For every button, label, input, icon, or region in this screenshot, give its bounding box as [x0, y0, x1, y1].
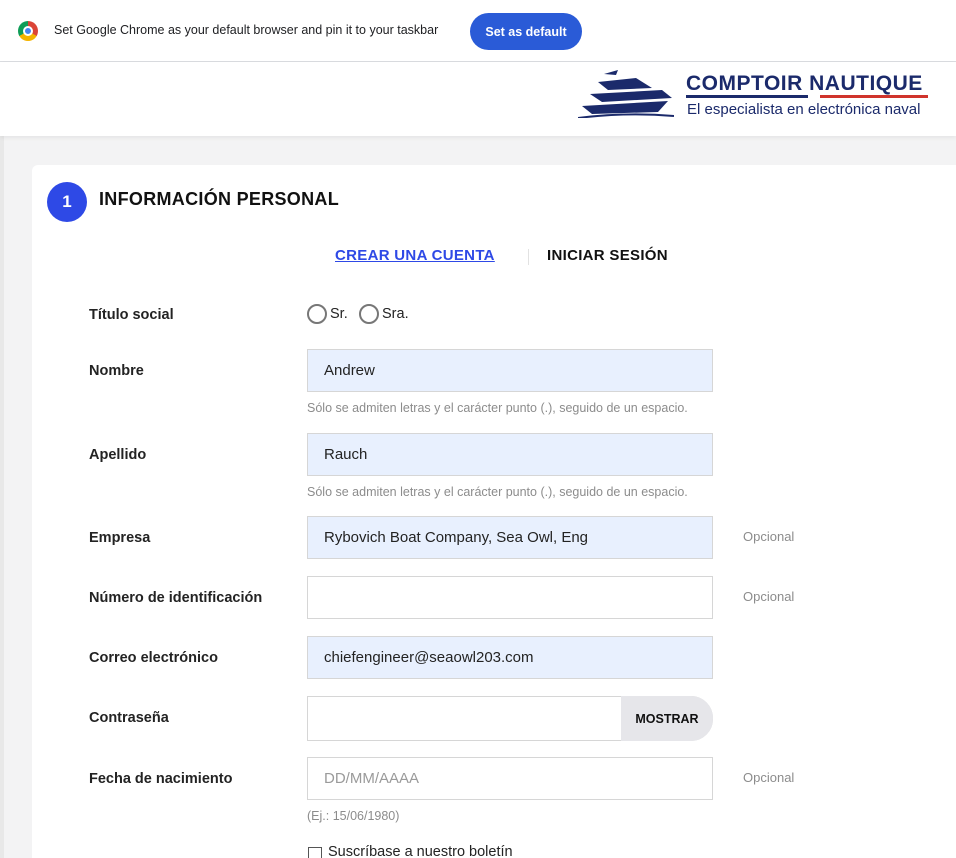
social-title-label: Título social [89, 307, 174, 323]
infobar-message: Set Google Chrome as your default browse… [54, 23, 439, 37]
set-as-default-button[interactable]: Set as default [470, 13, 582, 50]
email-label: Correo electrónico [89, 650, 218, 666]
id-number-input[interactable] [307, 576, 713, 619]
brand-name: COMPTOIR NAUTIQUE [686, 72, 923, 95]
chrome-logo-icon [18, 21, 38, 41]
personal-info-card: 1 INFORMACIÓN PERSONAL CREAR UNA CUENTA … [32, 165, 956, 858]
radio-button-icon[interactable] [359, 304, 379, 324]
first-name-label: Nombre [89, 363, 144, 379]
chrome-infobar: Set Google Chrome as your default browse… [0, 0, 956, 62]
first-name-input[interactable]: Andrew [307, 349, 713, 392]
password-label: Contraseña [89, 710, 169, 726]
section-title: INFORMACIÓN PERSONAL [99, 189, 339, 209]
yacht-logo-icon[interactable] [578, 68, 674, 118]
tab-sign-in[interactable]: INICIAR SESIÓN [547, 247, 668, 264]
email-input[interactable]: chiefengineer@seaowl203.com [307, 636, 713, 679]
newsletter-label: Suscríbase a nuestro boletín [328, 844, 513, 858]
radio-button-icon[interactable] [307, 304, 327, 324]
last-name-input[interactable]: Rauch [307, 433, 713, 476]
site-header: COMPTOIR NAUTIQUE El especialista en ele… [0, 62, 956, 136]
show-password-button[interactable]: MOSTRAR [621, 696, 713, 741]
company-optional-tag: Opcional [743, 529, 795, 544]
birthdate-optional-tag: Opcional [743, 770, 795, 785]
brand-tagline: El especialista en electrónica naval [687, 101, 921, 118]
birthdate-label: Fecha de nacimiento [89, 771, 233, 787]
radio-label-sr: Sr. [330, 306, 348, 322]
company-input[interactable]: Rybovich Boat Company, Sea Owl, Eng [307, 516, 713, 559]
birthdate-input[interactable]: DD/MM/AAAA [307, 757, 713, 800]
brand-underline-red [820, 95, 928, 98]
last-name-label: Apellido [89, 447, 147, 463]
id-number-label: Número de identificación [89, 590, 263, 606]
first-name-hint: Sólo se admiten letras y el carácter pun… [307, 401, 688, 415]
company-label: Empresa [89, 530, 151, 546]
step-number-badge: 1 [47, 182, 87, 222]
last-name-hint: Sólo se admiten letras y el carácter pun… [307, 485, 688, 499]
id-number-optional-tag: Opcional [743, 589, 795, 604]
password-input[interactable]: MOSTRAR [307, 696, 713, 741]
birthdate-hint: (Ej.: 15/06/1980) [307, 809, 400, 823]
brand-underline-blue [686, 95, 808, 98]
radio-label-sra: Sra. [382, 306, 409, 322]
left-edge-strip [0, 62, 4, 858]
radio-option-sra[interactable]: Sra. [359, 304, 409, 324]
tab-create-account[interactable]: CREAR UNA CUENTA [335, 247, 495, 264]
tab-divider [528, 249, 529, 265]
newsletter-checkbox[interactable] [308, 847, 322, 858]
radio-option-sr[interactable]: Sr. [307, 304, 348, 324]
